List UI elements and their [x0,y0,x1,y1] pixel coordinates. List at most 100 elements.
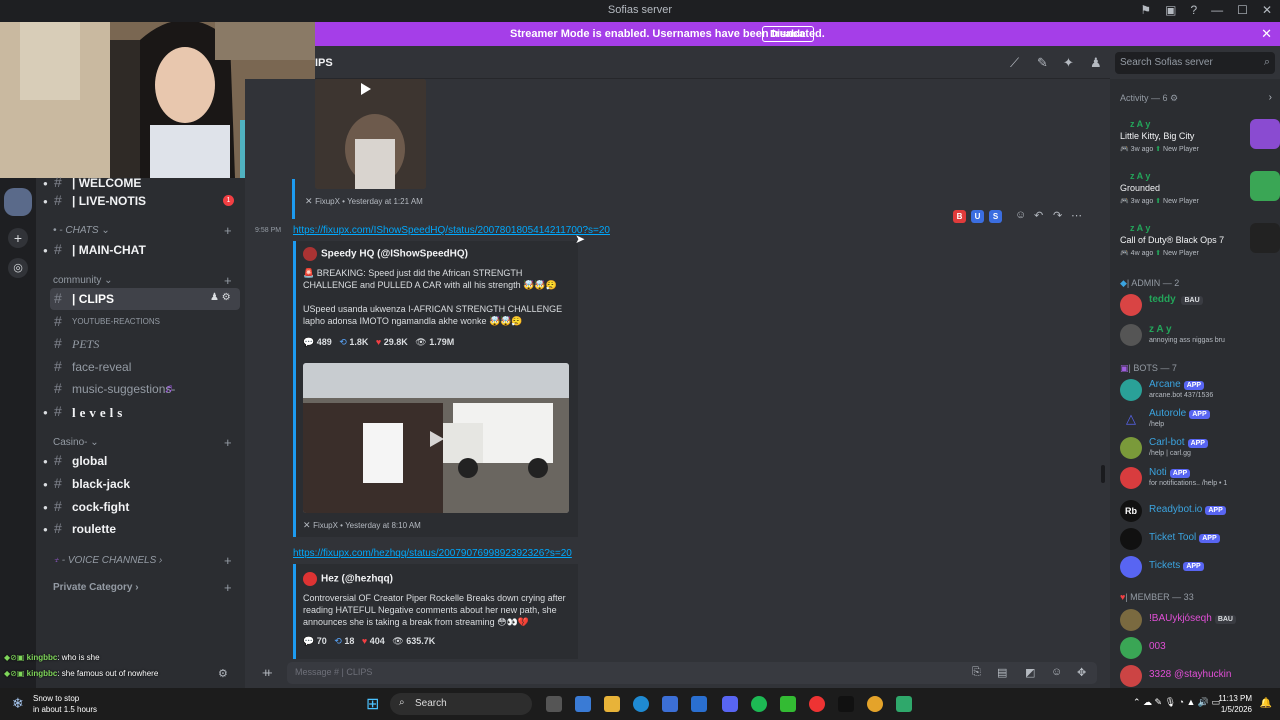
channel-roulette[interactable]: ● # roulette [36,518,245,540]
category-chats[interactable]: • - CHATS ⌄ [53,225,110,236]
member-item[interactable]: 003 [1120,635,1280,663]
add-channel-icon[interactable]: + [224,580,232,595]
activity-card[interactable]: z A y Call of Duty® Black Ops 7 🎮 4w ago … [1120,223,1280,273]
category-voice-channels[interactable]: ⍖ - VOICE CHANNELS › [53,555,162,566]
gif-icon[interactable]: ▤ [997,666,1007,679]
channel-pets[interactable]: # PETS [36,333,245,355]
member-item[interactable]: z A y annoying ass niggas bru [1120,322,1280,350]
outlook-icon[interactable] [691,696,707,712]
channel-levels[interactable]: ● # levels [36,401,245,423]
maximize-icon[interactable]: ☐ [1237,3,1248,17]
store-icon[interactable] [662,696,678,712]
server-icon[interactable] [4,188,32,216]
scrollbar-thumb[interactable] [1101,465,1105,483]
help-icon[interactable]: ? [1190,3,1197,17]
disable-button[interactable]: Disable [762,26,814,42]
close-icon[interactable]: ✕ [1261,26,1272,42]
channel-youtube-reactions[interactable]: # YOUTUBE-REACTIONS [36,311,245,333]
views-icon: 👁 [392,636,404,646]
activity-card[interactable]: z A y Grounded 🎮 3w ago ⬆ New Player [1120,171,1280,221]
tray-icons[interactable]: ⌃ ☁ ✎ 🎙 ◔ ▲ 🔊 ▭ [1133,697,1220,708]
start-icon[interactable]: ⊞ [366,694,379,714]
forward-icon[interactable]: ↷ [1053,209,1062,222]
channel-face-reveal[interactable]: # face-reveal [36,356,245,378]
message-link[interactable]: https://fixupx.com/hezhqq/status/2007907… [293,548,572,559]
gear-icon[interactable]: ⚙ [1170,93,1178,103]
channel-music-suggestions[interactable]: # music-suggestions- ♬ [36,378,245,400]
chrome-icon[interactable] [867,696,883,712]
search-input[interactable]: Search Sofias server ⌕ [1115,52,1275,74]
add-channel-icon[interactable]: + [224,223,232,238]
close-window-icon[interactable]: ✕ [1262,3,1272,17]
add-channel-icon[interactable]: + [224,273,232,288]
discover-icon[interactable]: ◎ [8,258,28,278]
video-thumbnail[interactable] [303,363,569,513]
pin-icon[interactable]: ✦ [1063,55,1074,71]
notification-icon[interactable]: 🔔 [1260,698,1272,709]
channel-cock-fight[interactable]: ● # cock-fight [36,496,245,518]
add-channel-icon[interactable]: + [224,435,232,450]
avatar [1120,379,1142,401]
edge-icon[interactable] [633,696,649,712]
mute-icon[interactable]: ✎ [1037,55,1048,71]
member-item[interactable]: !BAUykjóseqh BAU [1120,607,1280,635]
reaction-u[interactable]: U [971,210,984,223]
gift-icon[interactable]: ⎘ [972,666,981,679]
app-icon[interactable] [809,696,825,712]
copilot-icon[interactable] [575,696,591,712]
reply-icon: 💬 [303,636,315,646]
screen-icon[interactable]: ▣ [1165,3,1176,17]
add-server-icon[interactable]: + [8,228,28,248]
tiktok-icon[interactable] [838,696,854,712]
reaction-s[interactable]: S [989,210,1002,223]
member-item[interactable]: teddy BAU [1120,292,1280,320]
emoji-picker-icon[interactable]: ☺ [1051,666,1062,678]
sticker-icon[interactable]: ◩ [1025,666,1035,679]
spotify-icon[interactable] [751,696,767,712]
channel-black-jack[interactable]: ● # black-jack [36,473,245,495]
activity-card[interactable]: z A y Little Kitty, Big City 🎮 3w ago ⬆ N… [1120,119,1280,169]
message-link[interactable]: https://fixupx.com/IShowSpeedHQ/status/2… [293,225,610,236]
member-item[interactable]: 3328 @stayhuckin [1120,663,1280,691]
add-reaction-icon[interactable]: ☺ [1015,209,1026,221]
bot-ticket-tool[interactable]: Ticket Tool APP [1120,526,1280,554]
reply-icon[interactable]: ↶ [1034,209,1043,222]
inbox-icon[interactable]: ⚑ [1140,3,1151,17]
embed-author[interactable]: Speedy HQ (@IShowSpeedHQ) [321,248,468,259]
members-icon[interactable]: ♟ [1090,55,1102,71]
settings-icon[interactable]: ♟ ⚙ [210,292,231,303]
chevron-right-icon[interactable]: › [1269,92,1272,103]
channel-global[interactable]: ● # global [36,450,245,472]
video-thumbnail[interactable] [315,79,426,189]
app-icon[interactable] [780,696,796,712]
channel-main-chat[interactable]: ● # | MAIN-CHAT [36,239,245,261]
bot-arcane[interactable]: Arcane APP arcane.bot 437/1536 [1120,377,1280,405]
bot-noti[interactable]: Noti APP for notifications.. /help • 1 [1120,465,1280,493]
user-settings-icon[interactable]: ⚙ [218,667,228,680]
apps-icon[interactable]: ✥ [1077,666,1086,679]
add-icon[interactable]: + [262,665,270,680]
discord-icon[interactable] [722,696,738,712]
channel-live-notis[interactable]: ● # | LIVE-NOTIS 1 [36,190,245,212]
file-explorer-icon[interactable] [604,696,620,712]
obs-icon[interactable] [896,696,912,712]
reaction-b[interactable]: B [953,210,966,223]
bot-carl[interactable]: Carl-bot APP/help | carl.gg [1120,435,1280,463]
bot-tickets[interactable]: Tickets APP [1120,554,1280,582]
weather-widget[interactable]: Snow to stop in about 1.5 hours [33,693,97,715]
clock[interactable]: 11:13 PM 1/5/2026 [1218,693,1252,715]
taskbar-search[interactable]: ⌕ Search [390,693,532,715]
category-private[interactable]: Private Category › [53,582,139,593]
taskbar: ❄ Snow to stop in about 1.5 hours ⊞ ⌕ Sear… [0,688,1280,720]
task-view-icon[interactable] [546,696,562,712]
minimize-icon[interactable]: — [1211,3,1223,17]
more-icon[interactable]: ⋯ [1071,209,1082,222]
embed-author[interactable]: Hez (@hezhqq) [321,573,393,584]
add-channel-icon[interactable]: + [224,553,232,568]
category-community[interactable]: community ⌄ [53,275,113,286]
category-casino[interactable]: Casino- ⌄ [53,437,99,448]
bot-readybot[interactable]: Rb Readybot.io APP [1120,498,1280,526]
bot-autorole[interactable]: △ Autorole APP/help [1120,406,1280,434]
channel-clips[interactable]: # | CLIPS ♟ ⚙ [50,288,240,310]
threads-icon[interactable]: ⟋ [1010,55,1019,71]
